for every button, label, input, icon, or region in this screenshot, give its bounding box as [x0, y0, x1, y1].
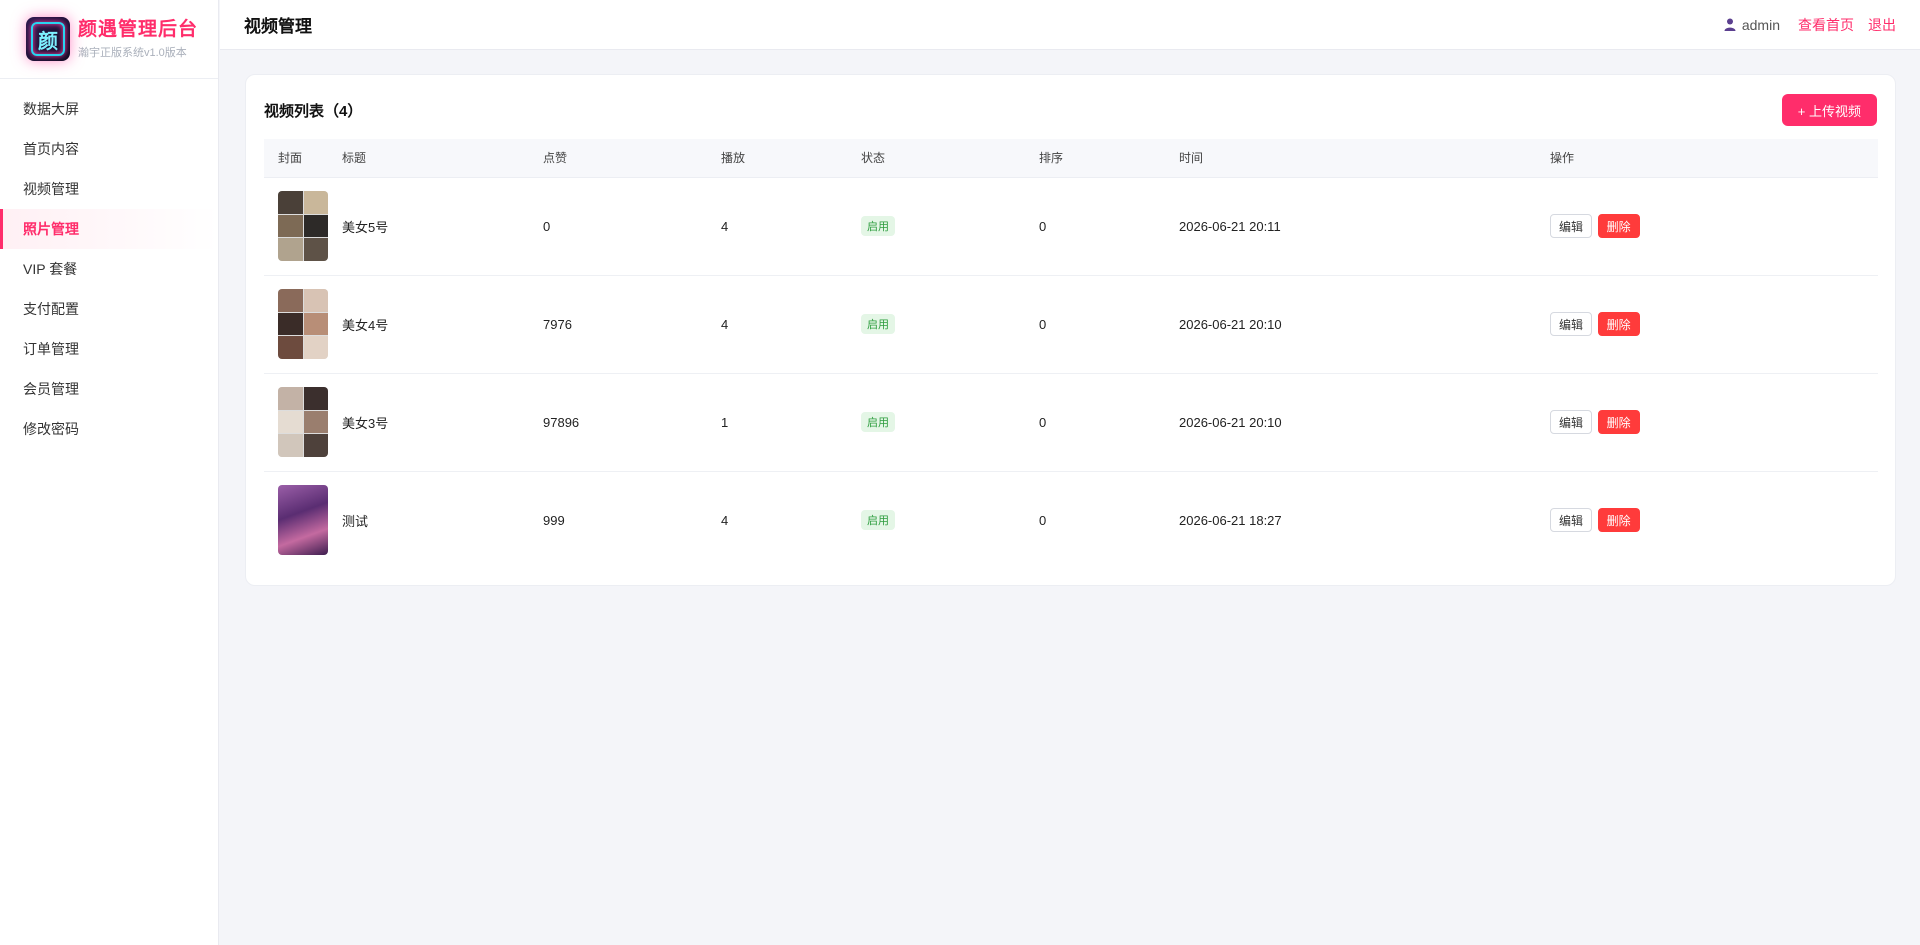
table-row: 美女5号 0 4 启用 0 2026-06-21 20:11 编辑 删除 [264, 177, 1878, 276]
sidebar-item-dashboard[interactable]: 数据大屏 [0, 89, 218, 129]
row-title: 测试 [342, 513, 369, 529]
cover-thumbnail[interactable] [278, 387, 328, 457]
page-title: 视频管理 [244, 17, 312, 36]
column-header-plays: 播放 [721, 139, 861, 178]
delete-button[interactable]: 删除 [1597, 312, 1640, 336]
cover-thumbnail[interactable] [278, 485, 328, 556]
row-title: 美女3号 [342, 373, 543, 472]
edit-button[interactable]: 编辑 [1550, 508, 1593, 533]
username: admin [1741, 16, 1780, 33]
brand-title: 颜遇管理后台 [78, 18, 199, 40]
sidebar: 颜 颜遇管理后台 瀚宇正版系统v1.0版本 数据大屏 首页内容 视频管理 照片管… [0, 0, 219, 945]
sidebar-item-vip[interactable]: VIP 套餐 [0, 249, 218, 289]
topbar: 视频管理 admin 查看首页 退出 [220, 0, 1920, 50]
logout-link[interactable]: 退出 [1868, 15, 1896, 35]
table-row: 测试 999 4 启用 0 2026-06-21 18:27 编辑 删除 [264, 471, 1878, 569]
row-likes: 0 [543, 177, 721, 276]
sidebar-nav: 数据大屏 首页内容 视频管理 照片管理 VIP 套餐 支付配置 订单管理 会员管… [0, 79, 218, 449]
brand: 颜 颜遇管理后台 瀚宇正版系统v1.0版本 [0, 0, 218, 79]
edit-button[interactable]: 编辑 [1550, 410, 1593, 434]
column-header-sort: 排序 [1039, 139, 1179, 178]
user-icon [1724, 18, 1736, 31]
delete-button[interactable]: 删除 [1597, 508, 1640, 533]
sidebar-item-photos[interactable]: 照片管理 [0, 209, 218, 249]
row-sort: 0 [1039, 512, 1047, 528]
row-time: 2026-06-21 20:10 [1179, 275, 1550, 374]
column-header-actions: 操作 [1550, 139, 1878, 178]
delete-button[interactable]: 删除 [1597, 214, 1640, 238]
sidebar-item-payment[interactable]: 支付配置 [0, 289, 218, 329]
row-plays: 4 [721, 177, 861, 276]
row-time: 2026-06-21 20:11 [1179, 177, 1550, 276]
column-header-title: 标题 [342, 139, 543, 178]
logo-glyph: 颜 [31, 22, 65, 56]
row-sort: 0 [1039, 177, 1179, 276]
video-list-card: 视频列表（4） + 上传视频 封面 标题 点赞 播放 状态 排序 时间 操作 美… [245, 74, 1896, 586]
status-badge: 启用 [861, 510, 895, 531]
sidebar-item-home-content[interactable]: 首页内容 [0, 129, 218, 169]
sidebar-item-members[interactable]: 会员管理 [0, 369, 218, 409]
logo: 颜 [26, 17, 70, 61]
row-sort: 0 [1039, 373, 1179, 472]
sidebar-item-password[interactable]: 修改密码 [0, 409, 218, 449]
row-likes: 97896 [543, 373, 721, 472]
row-plays: 4 [721, 512, 729, 528]
status-badge: 启用 [861, 412, 895, 432]
row-title: 美女4号 [342, 275, 543, 374]
row-sort: 0 [1039, 275, 1179, 374]
row-plays: 1 [721, 373, 861, 472]
table-row: 美女3号 97896 1 启用 0 2026-06-21 20:10 编辑 删除 [264, 373, 1878, 472]
cover-thumbnail[interactable] [278, 289, 328, 359]
row-plays: 4 [721, 275, 861, 374]
sidebar-item-orders[interactable]: 订单管理 [0, 329, 218, 369]
row-likes: 999 [543, 512, 565, 528]
video-table: 封面 标题 点赞 播放 状态 排序 时间 操作 美女5号 0 4 启用 0 20… [264, 139, 1878, 569]
status-badge: 启用 [861, 314, 895, 334]
column-header-likes: 点赞 [543, 139, 721, 178]
delete-button[interactable]: 删除 [1597, 410, 1640, 434]
card-title: 视频列表（4） [264, 102, 363, 120]
view-home-link[interactable]: 查看首页 [1798, 15, 1854, 35]
edit-button[interactable]: 编辑 [1550, 312, 1593, 336]
column-header-cover: 封面 [264, 139, 342, 178]
row-time: 2026-06-21 20:10 [1179, 373, 1550, 472]
column-header-status: 状态 [861, 139, 1039, 178]
table-header-row: 封面 标题 点赞 播放 状态 排序 时间 操作 [264, 139, 1878, 178]
row-time: 2026-06-21 18:27 [1179, 512, 1282, 528]
brand-subtitle: 瀚宇正版系统v1.0版本 [78, 46, 187, 59]
row-title: 美女5号 [342, 177, 543, 276]
status-badge: 启用 [861, 216, 895, 236]
edit-button[interactable]: 编辑 [1550, 214, 1593, 238]
upload-video-button[interactable]: + 上传视频 [1781, 94, 1877, 126]
table-row: 美女4号 7976 4 启用 0 2026-06-21 20:10 编辑 删除 [264, 275, 1878, 374]
sidebar-item-videos[interactable]: 视频管理 [0, 169, 218, 209]
row-likes: 7976 [543, 275, 721, 374]
column-header-time: 时间 [1179, 139, 1550, 178]
cover-thumbnail[interactable] [278, 191, 328, 261]
